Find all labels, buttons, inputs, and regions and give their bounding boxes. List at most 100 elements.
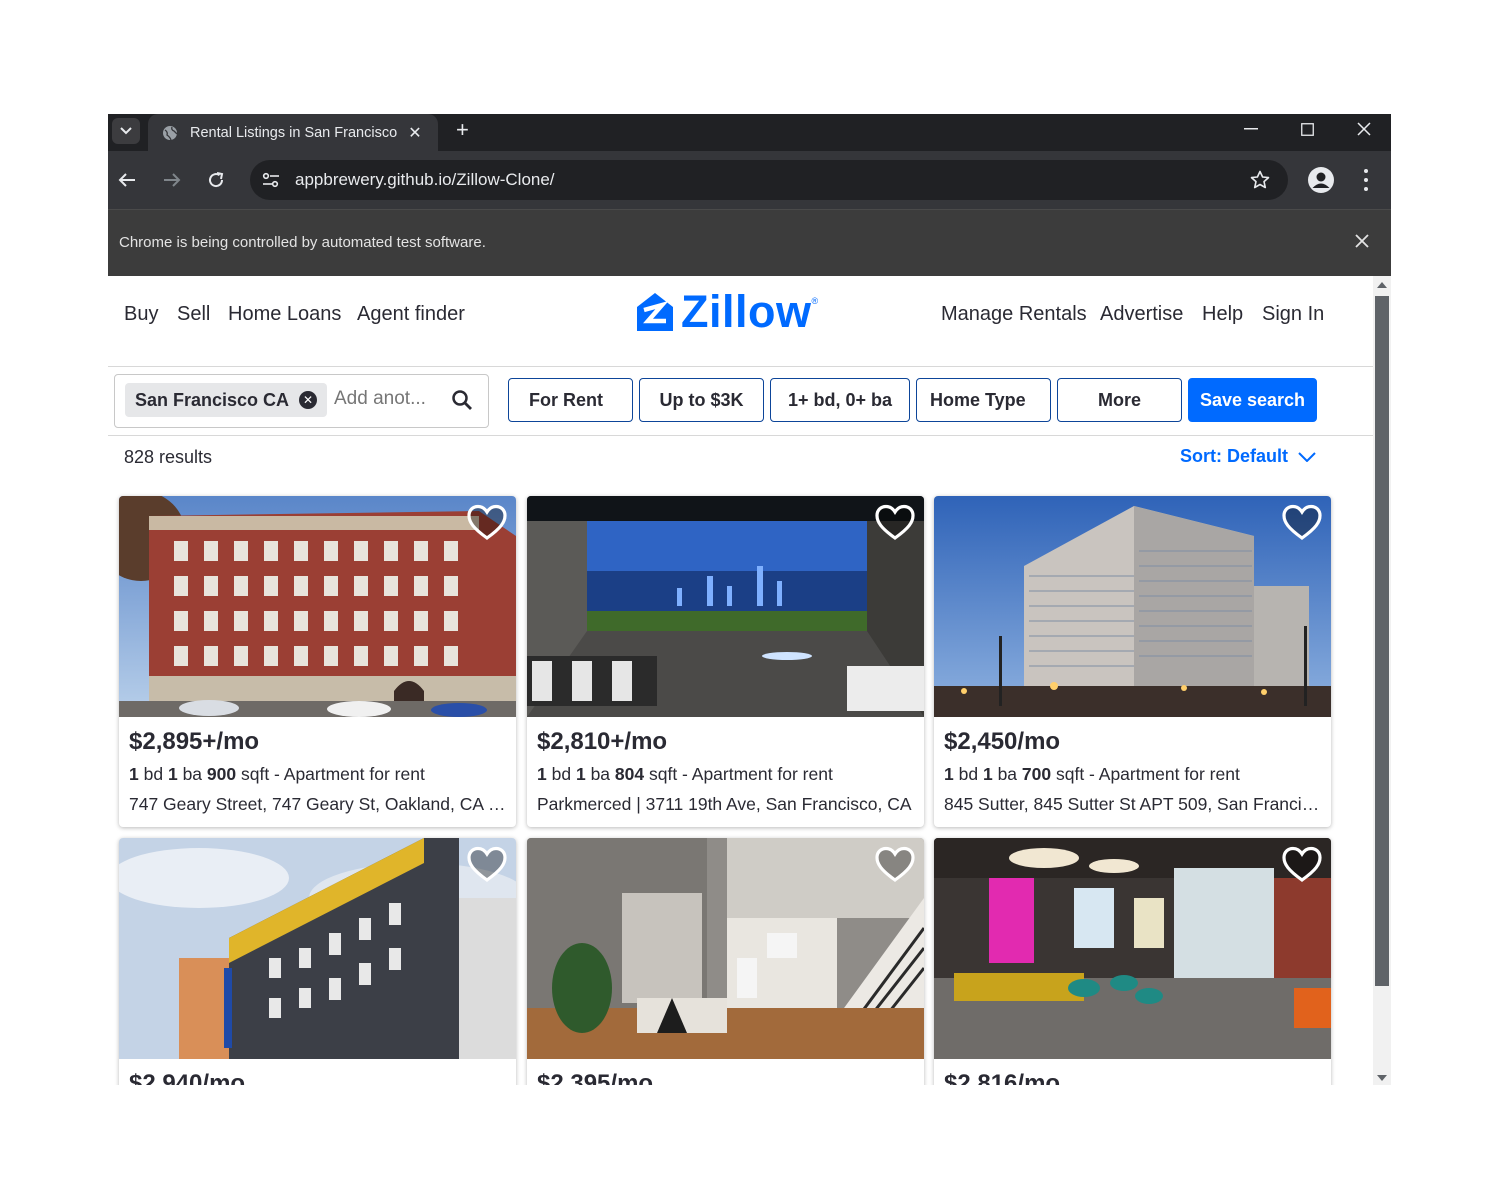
zillow-house-icon: [637, 293, 673, 331]
automation-infobar: Chrome is being controlled by automated …: [108, 209, 1391, 277]
favorite-heart-icon[interactable]: [467, 504, 507, 542]
location-chip-label: San Francisco CA: [135, 389, 290, 410]
nav-advertise[interactable]: Advertise: [1100, 303, 1183, 326]
listing-photo[interactable]: [119, 838, 516, 1059]
nav-sign-in[interactable]: Sign In: [1262, 303, 1324, 326]
browser-menu-icon[interactable]: [1356, 167, 1376, 193]
beds-label: bd: [143, 764, 164, 784]
favorite-heart-icon[interactable]: [875, 504, 915, 542]
address-bar[interactable]: appbrewery.github.io/Zillow-Clone/: [250, 160, 1288, 200]
listing-price: $2,450/mo: [944, 728, 1061, 755]
baths-value: 1: [575, 764, 586, 784]
chevron-down-icon: [120, 127, 132, 135]
sqft-value: 900: [206, 764, 237, 784]
back-button[interactable]: [112, 165, 142, 195]
listing-card[interactable]: $2,810+/mo 1 bd 1 ba 804 sqft - Apartmen…: [527, 496, 924, 827]
listing-price: $2,816/mo: [944, 1070, 1061, 1085]
beds-baths-filter[interactable]: 1+ bd, 0+ ba: [770, 378, 910, 422]
close-window-button[interactable]: [1336, 114, 1391, 144]
beds-value: 1: [537, 764, 547, 784]
filter-bar: San Francisco CA ✕ For Rent Up to $3K 1+…: [108, 367, 1373, 436]
baths-label: ba: [997, 764, 1018, 784]
add-location-input[interactable]: [332, 387, 446, 411]
listing-specs: 1 bd 1 ba 804 sqft - Apartment for rent: [537, 764, 833, 785]
browser-tab[interactable]: Rental Listings in San Francisco ✕: [148, 114, 438, 151]
new-tab-button[interactable]: +: [456, 117, 469, 143]
nav-buy[interactable]: Buy: [124, 303, 158, 326]
search-icon[interactable]: [450, 388, 474, 412]
home-type-filter[interactable]: Home Type: [916, 378, 1051, 422]
listing-photo[interactable]: [527, 838, 924, 1059]
favorite-heart-icon[interactable]: [875, 846, 915, 884]
zillow-logo[interactable]: Zillow ®: [635, 286, 835, 337]
location-chip[interactable]: San Francisco CA ✕: [125, 383, 328, 417]
nav-sell[interactable]: Sell: [177, 303, 210, 326]
infobar-message: Chrome is being controlled by automated …: [119, 234, 486, 251]
brand-name: Zillow: [681, 286, 812, 337]
listing-card[interactable]: $2,940/mo: [119, 838, 516, 1085]
listing-photo[interactable]: [934, 838, 1331, 1059]
scroll-up-arrow-icon[interactable]: [1377, 282, 1387, 288]
baths-value: 1: [167, 764, 178, 784]
listing-card[interactable]: $2,395/mo: [527, 838, 924, 1085]
scroll-down-arrow-icon[interactable]: [1377, 1075, 1387, 1081]
baths-label: ba: [590, 764, 611, 784]
tab-search-button[interactable]: [112, 118, 140, 144]
sort-dropdown[interactable]: Sort: Default: [1180, 446, 1316, 467]
url-text[interactable]: appbrewery.github.io/Zillow-Clone/: [295, 170, 1250, 190]
sqft-label: sqft - Apartment for rent: [240, 764, 425, 784]
profile-avatar-icon[interactable]: [1307, 166, 1335, 194]
scrollbar-thumb[interactable]: [1375, 296, 1389, 986]
listing-card[interactable]: $2,450/mo 1 bd 1 ba 700 sqft - Apartment…: [934, 496, 1331, 827]
listing-photo[interactable]: [119, 496, 516, 717]
beds-label: bd: [551, 764, 572, 784]
listing-photo[interactable]: [934, 496, 1331, 717]
location-search[interactable]: San Francisco CA ✕: [114, 374, 489, 428]
close-icon[interactable]: [1351, 230, 1373, 252]
close-tab-icon[interactable]: ✕: [404, 123, 426, 143]
nav-home-loans[interactable]: Home Loans: [228, 303, 341, 326]
page-scrollbar[interactable]: [1373, 276, 1391, 1085]
forward-button[interactable]: [157, 165, 187, 195]
listing-address[interactable]: 845 Sutter, 845 Sutter St APT 509, San F…: [944, 794, 1324, 815]
listing-photo[interactable]: [527, 496, 924, 717]
browser-window: Rental Listings in San Francisco ✕ + app…: [108, 114, 1391, 1085]
nav-help[interactable]: Help: [1202, 303, 1243, 326]
beds-value: 1: [129, 764, 139, 784]
favorite-heart-icon[interactable]: [1282, 504, 1322, 542]
listing-address[interactable]: Parkmerced | 3711 19th Ave, San Francisc…: [537, 794, 917, 815]
bookmark-star-icon[interactable]: [1250, 170, 1270, 190]
tab-strip: Rental Listings in San Francisco ✕ +: [108, 114, 1391, 151]
beds-value: 1: [944, 764, 954, 784]
nav-manage-rentals[interactable]: Manage Rentals: [941, 303, 1087, 326]
listing-specs: 1 bd 1 ba 700 sqft - Apartment for rent: [944, 764, 1240, 785]
arrow-right-icon: [164, 173, 181, 187]
sqft-label: sqft - Apartment for rent: [1055, 764, 1240, 784]
baths-label: ba: [182, 764, 203, 784]
site-settings-icon[interactable]: [261, 170, 281, 190]
minimize-button[interactable]: [1223, 114, 1279, 144]
save-search-button[interactable]: Save search: [1188, 378, 1317, 422]
nav-agent-finder[interactable]: Agent finder: [357, 303, 465, 326]
favorite-heart-icon[interactable]: [467, 846, 507, 884]
maximize-button[interactable]: [1279, 114, 1335, 144]
sqft-value: 804: [614, 764, 645, 784]
sqft-value: 700: [1021, 764, 1052, 784]
chevron-down-icon: [1298, 451, 1316, 462]
registered-mark: ®: [811, 296, 819, 306]
reload-button[interactable]: [201, 165, 231, 195]
listing-card[interactable]: $2,816/mo: [934, 838, 1331, 1085]
web-page: Buy Sell Home Loans Agent finder Zillow …: [108, 276, 1373, 1085]
close-icon: [1357, 122, 1371, 136]
listing-address[interactable]: 747 Geary Street, 747 Geary St, Oakland,…: [129, 794, 509, 815]
maximize-icon: [1300, 122, 1314, 136]
sqft-label: sqft - Apartment for rent: [648, 764, 833, 784]
more-filter[interactable]: More: [1057, 378, 1182, 422]
listing-card[interactable]: $2,895+/mo 1 bd 1 ba 900 sqft - Apartmen…: [119, 496, 516, 827]
reload-icon: [209, 172, 224, 188]
for-rent-filter[interactable]: For Rent: [508, 378, 633, 422]
remove-location-icon[interactable]: ✕: [299, 391, 318, 409]
beds-label: bd: [958, 764, 979, 784]
favorite-heart-icon[interactable]: [1282, 846, 1322, 884]
price-filter[interactable]: Up to $3K: [639, 378, 764, 422]
